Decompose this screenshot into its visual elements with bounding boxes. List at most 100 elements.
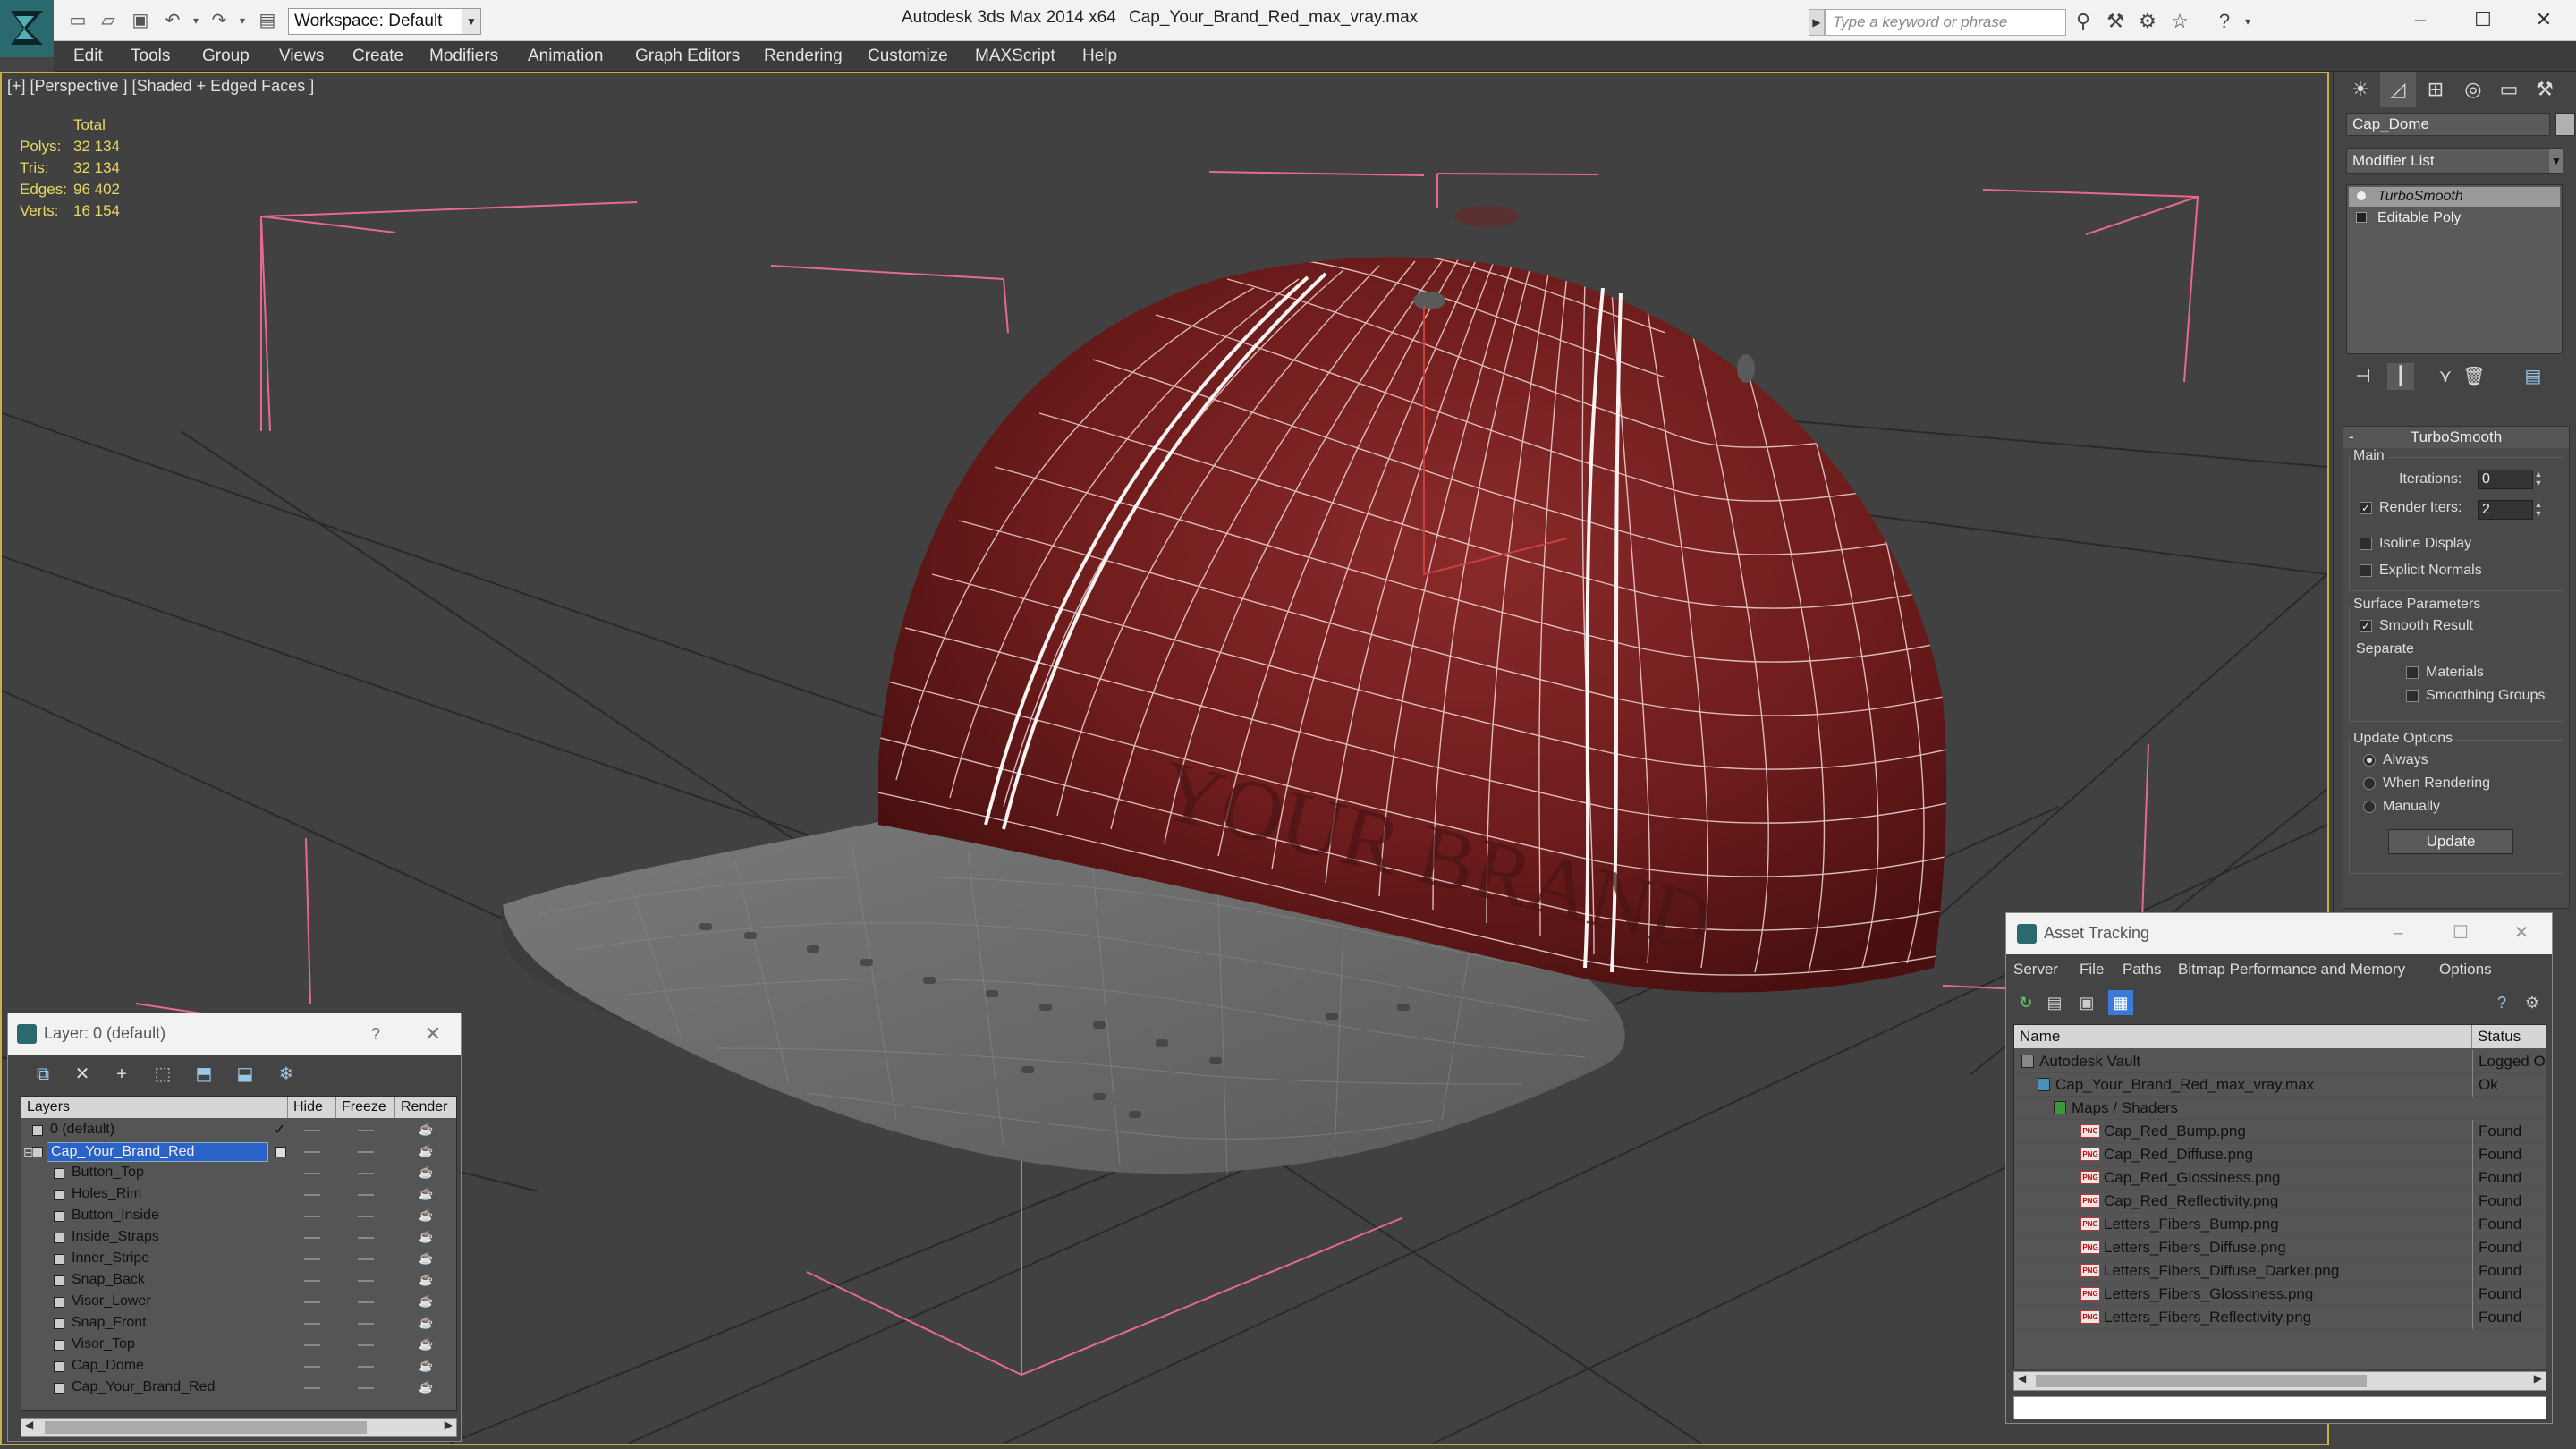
hide-toggle[interactable] bbox=[304, 1194, 320, 1196]
asset-name[interactable]: Maps / Shaders bbox=[2072, 1097, 2178, 1120]
menu-rendering[interactable]: Rendering bbox=[764, 41, 843, 72]
render-iters-checkbox[interactable]: ✓ bbox=[2360, 502, 2372, 514]
asset-row[interactable]: PNG Letters_Fibers_Glossiness.png Found bbox=[2014, 1283, 2546, 1306]
settings-icon[interactable]: ⚙ bbox=[2520, 990, 2545, 1015]
asset-row[interactable]: Cap_Your_Brand_Red_max_vray.max Ok bbox=[2014, 1073, 2546, 1097]
chevron-down-icon[interactable]: ▼ bbox=[2549, 149, 2563, 173]
pin-stack-icon[interactable]: ⊣ bbox=[2350, 363, 2377, 390]
menu-modifiers[interactable]: Modifiers bbox=[429, 41, 498, 72]
explicit-normals-checkbox[interactable] bbox=[2360, 564, 2372, 577]
asset-name[interactable]: Letters_Fibers_Bump.png bbox=[2104, 1213, 2279, 1236]
render-teapot-icon[interactable]: ☕ bbox=[419, 1231, 433, 1243]
horizontal-scrollbar[interactable]: ◀ ▶ bbox=[2013, 1371, 2546, 1391]
render-teapot-icon[interactable]: ☕ bbox=[419, 1209, 433, 1222]
redo-icon[interactable]: ↷ bbox=[208, 10, 231, 31]
object-color-swatch[interactable] bbox=[2555, 113, 2575, 136]
favorites-star-icon[interactable]: ☆ bbox=[2168, 11, 2191, 32]
thumbnail-view-icon[interactable]: ▣ bbox=[2074, 990, 2099, 1015]
iterations-spinner[interactable]: 0 bbox=[2478, 470, 2533, 489]
layer-row[interactable]: Button_Top ☕ bbox=[21, 1163, 456, 1184]
undo-dropdown-icon[interactable]: ▾ bbox=[184, 10, 208, 31]
hide-toggle[interactable] bbox=[304, 1258, 320, 1260]
menu-maxscript[interactable]: MAXScript bbox=[975, 41, 1055, 72]
menu-group[interactable]: Group bbox=[202, 41, 250, 72]
make-unique-icon[interactable]: ⋎ bbox=[2432, 363, 2459, 390]
materials-checkbox[interactable] bbox=[2406, 666, 2419, 679]
asset-name[interactable]: Cap_Red_Bump.png bbox=[2104, 1120, 2246, 1143]
asset-name[interactable]: Letters_Fibers_Diffuse_Darker.png bbox=[2104, 1259, 2339, 1283]
help-icon[interactable]: ? bbox=[362, 1021, 389, 1047]
layer-dialog-titlebar[interactable]: Layer: 0 (default) ? ✕ bbox=[8, 1013, 461, 1055]
add-to-layer-icon[interactable]: + bbox=[108, 1062, 135, 1087]
search-expand-icon[interactable]: ▶ bbox=[1809, 9, 1825, 36]
column-header-hide[interactable]: Hide bbox=[288, 1097, 336, 1118]
workspace-dropdown[interactable]: Workspace: Default bbox=[288, 8, 481, 35]
layer-row[interactable]: ⊟ Cap_Your_Brand_Red ☕ bbox=[21, 1141, 456, 1163]
help-icon[interactable]: ? bbox=[2213, 11, 2236, 32]
asset-name[interactable]: Cap_Red_Diffuse.png bbox=[2104, 1143, 2253, 1166]
create-tab-icon[interactable]: ☀ bbox=[2343, 72, 2378, 107]
stack-item-turbosmooth[interactable]: TurboSmooth bbox=[2349, 187, 2560, 207]
asset-row[interactable]: PNG Letters_Fibers_Bump.png Found bbox=[2014, 1213, 2546, 1236]
layer-row[interactable]: Cap_Your_Brand_Red ☕ bbox=[21, 1377, 456, 1399]
minimize-button[interactable]: – bbox=[2371, 917, 2425, 949]
asset-list[interactable]: Name Status Autodesk VaultLogged OutCap_… bbox=[2013, 1024, 2546, 1369]
undo-icon[interactable]: ↶ bbox=[161, 10, 184, 31]
freeze-toggle[interactable] bbox=[358, 1151, 374, 1153]
scroll-left-icon[interactable]: ◀ bbox=[25, 1419, 33, 1431]
menu-tools[interactable]: Tools bbox=[131, 41, 170, 72]
render-teapot-icon[interactable]: ☕ bbox=[419, 1360, 433, 1372]
layer-list[interactable]: Layers Hide Freeze Render 0 (default) ✓ ☕ ⊟… bbox=[21, 1096, 457, 1411]
communication-center-icon[interactable]: ⚙ bbox=[2136, 11, 2159, 32]
layer-row[interactable]: Inside_Straps ☕ bbox=[21, 1227, 456, 1249]
open-file-icon[interactable]: ▱ bbox=[97, 10, 120, 31]
asset-dialog-titlebar[interactable]: Asset Tracking – ☐ ✕ bbox=[2006, 913, 2552, 954]
configure-sets-icon[interactable]: ▤ bbox=[2520, 363, 2546, 390]
render-iters-spinner[interactable]: 2 bbox=[2478, 500, 2533, 520]
render-iters-spinner-arrows[interactable]: ▲ ▼ bbox=[2533, 500, 2544, 520]
render-teapot-icon[interactable]: ☕ bbox=[419, 1317, 433, 1329]
hide-toggle[interactable] bbox=[304, 1387, 320, 1389]
freeze-toggle[interactable] bbox=[358, 1237, 374, 1239]
layer-name[interactable]: Inside_Straps bbox=[68, 1228, 159, 1248]
isoline-display-checkbox[interactable] bbox=[2360, 538, 2372, 550]
scrollbar-thumb[interactable] bbox=[2036, 1375, 2367, 1387]
hide-toggle[interactable] bbox=[304, 1151, 320, 1153]
asset-row[interactable]: PNG Letters_Fibers_Diffuse_Darker.png Foun… bbox=[2014, 1259, 2546, 1283]
freeze-toggle[interactable] bbox=[358, 1323, 374, 1325]
layer-name[interactable]: Visor_Lower bbox=[68, 1292, 151, 1312]
delete-layer-icon[interactable]: ✕ bbox=[69, 1062, 96, 1087]
utilities-tab-icon[interactable]: ⚒ bbox=[2527, 72, 2563, 107]
manually-radio[interactable] bbox=[2363, 801, 2376, 813]
layer-name[interactable]: Visor_Top bbox=[68, 1335, 135, 1355]
menu-views[interactable]: Views bbox=[279, 41, 324, 72]
save-file-icon[interactable]: ▣ bbox=[129, 10, 152, 31]
freeze-toggle[interactable] bbox=[358, 1194, 374, 1196]
menu-graph-editors[interactable]: Graph Editors bbox=[635, 41, 740, 72]
layer-name[interactable]: Inner_Stripe bbox=[68, 1250, 149, 1269]
freeze-toggle[interactable] bbox=[358, 1216, 374, 1217]
column-header-status[interactable]: Status bbox=[2472, 1025, 2546, 1048]
menu-customize[interactable]: Customize bbox=[868, 41, 948, 72]
layer-name[interactable]: Cap_Your_Brand_Red bbox=[68, 1378, 215, 1398]
rollout-title[interactable]: - TurboSmooth bbox=[2343, 427, 2569, 448]
current-layer-check-icon[interactable]: ✓ bbox=[274, 1120, 285, 1141]
update-button[interactable]: Update bbox=[2388, 829, 2513, 854]
render-teapot-icon[interactable]: ☕ bbox=[419, 1252, 433, 1265]
scroll-right-icon[interactable]: ▶ bbox=[445, 1419, 453, 1431]
layer-name[interactable]: Cap_Dome bbox=[68, 1357, 144, 1377]
modifier-list-dropdown[interactable]: Modifier List ▼ bbox=[2346, 148, 2563, 174]
scrollbar-thumb[interactable] bbox=[45, 1421, 367, 1434]
asset-menu-server[interactable]: Server bbox=[2013, 954, 2058, 985]
hide-toggle[interactable] bbox=[304, 1280, 320, 1282]
layer-row[interactable]: 0 (default) ✓ ☕ bbox=[21, 1120, 456, 1141]
list-view-icon[interactable]: ▤ bbox=[2042, 990, 2067, 1015]
asset-name[interactable]: Letters_Fibers_Glossiness.png bbox=[2104, 1283, 2313, 1306]
hide-all-layers-icon[interactable]: ⬓ bbox=[232, 1062, 258, 1087]
render-teapot-icon[interactable]: ☕ bbox=[419, 1166, 433, 1179]
render-teapot-icon[interactable]: ☕ bbox=[419, 1123, 433, 1136]
layer-row[interactable]: Cap_Dome ☕ bbox=[21, 1356, 456, 1377]
render-teapot-icon[interactable]: ☕ bbox=[419, 1338, 433, 1351]
hide-toggle[interactable] bbox=[304, 1216, 320, 1217]
asset-row[interactable]: PNG Letters_Fibers_Reflectivity.png Found bbox=[2014, 1306, 2546, 1329]
